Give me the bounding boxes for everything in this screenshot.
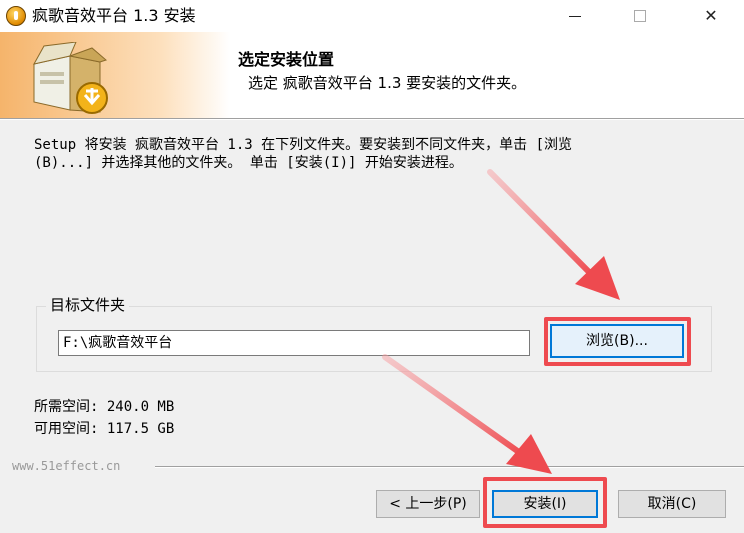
- install-description: Setup 将安装 疯歌音效平台 1.3 在下列文件夹。要安装到不同文件夹，单击…: [34, 136, 714, 172]
- destination-group-label: 目标文件夹: [46, 294, 130, 315]
- close-icon: ✕: [704, 6, 718, 25]
- arrow-to-browse-icon: [487, 169, 620, 300]
- description-line-2: (B)...] 并选择其他的文件夹。 单击 [安装(I)] 开始安装进程。: [34, 155, 463, 171]
- install-button[interactable]: 安装(I): [492, 490, 598, 518]
- description-line-1: Setup 将安装 疯歌音效平台 1.3 在下列文件夹。要安装到不同文件夹，单击…: [34, 137, 573, 153]
- footer-divider: [155, 466, 744, 468]
- window-title: 疯歌音效平台 1.3 安装: [32, 6, 196, 25]
- back-button[interactable]: < 上一步(P): [376, 490, 480, 518]
- space-available: 可用空间: 117.5 GB: [34, 421, 175, 437]
- maximize-icon: [634, 10, 646, 22]
- destination-path-input[interactable]: F:\疯歌音效平台: [58, 330, 530, 356]
- brand-watermark: www.51effect.cn: [12, 459, 121, 473]
- minimize-icon: [569, 16, 581, 17]
- space-required: 所需空间: 240.0 MB: [34, 399, 175, 415]
- cancel-button[interactable]: 取消(C): [618, 490, 726, 518]
- browse-button[interactable]: 浏览(B)...: [550, 324, 684, 358]
- title-bar: 疯歌音效平台 1.3 安装 ✕: [0, 0, 744, 32]
- maximize-button[interactable]: [618, 0, 664, 32]
- app-icon: [6, 6, 26, 26]
- close-button[interactable]: ✕: [688, 0, 734, 32]
- header-subtitle: 选定 疯歌音效平台 1.3 要安装的文件夹。: [248, 74, 527, 92]
- arrow-to-install-icon: [382, 354, 552, 474]
- minimize-button[interactable]: [552, 0, 598, 32]
- installer-header: 选定安装位置 选定 疯歌音效平台 1.3 要安装的文件夹。: [0, 32, 744, 118]
- installer-box-icon: [33, 42, 108, 114]
- header-title: 选定安装位置: [238, 50, 335, 69]
- header-divider: [0, 118, 744, 120]
